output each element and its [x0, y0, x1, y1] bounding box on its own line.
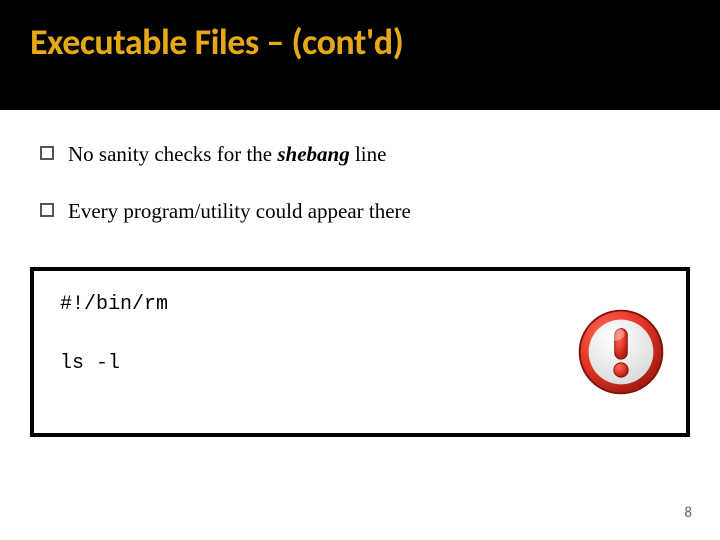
bullet-item: Every program/utility could appear there: [40, 197, 680, 226]
square-bullet-icon: [40, 203, 54, 217]
slide-header: Executable Files – (cont'd): [0, 0, 720, 110]
bullet-pre: Every program/utility could appear there: [68, 199, 411, 223]
bullet-text: Every program/utility could appear there: [68, 197, 411, 226]
slide-title: Executable Files – (cont'd): [30, 20, 690, 64]
warning-exclamation-icon: [576, 307, 666, 397]
bullet-post: line: [350, 142, 387, 166]
code-example-box: #!/bin/rm ls -l: [30, 267, 690, 437]
bullet-em: shebang: [277, 142, 349, 166]
code-line: #!/bin/rm: [60, 293, 660, 316]
bullet-item: No sanity checks for the shebang line: [40, 140, 680, 169]
slide-content: No sanity checks for the shebang line Ev…: [0, 110, 720, 227]
page-number: 8: [684, 504, 692, 522]
square-bullet-icon: [40, 146, 54, 160]
bullet-text: No sanity checks for the shebang line: [68, 140, 386, 169]
code-line: ls -l: [60, 352, 660, 375]
bullet-pre: No sanity checks for the: [68, 142, 277, 166]
